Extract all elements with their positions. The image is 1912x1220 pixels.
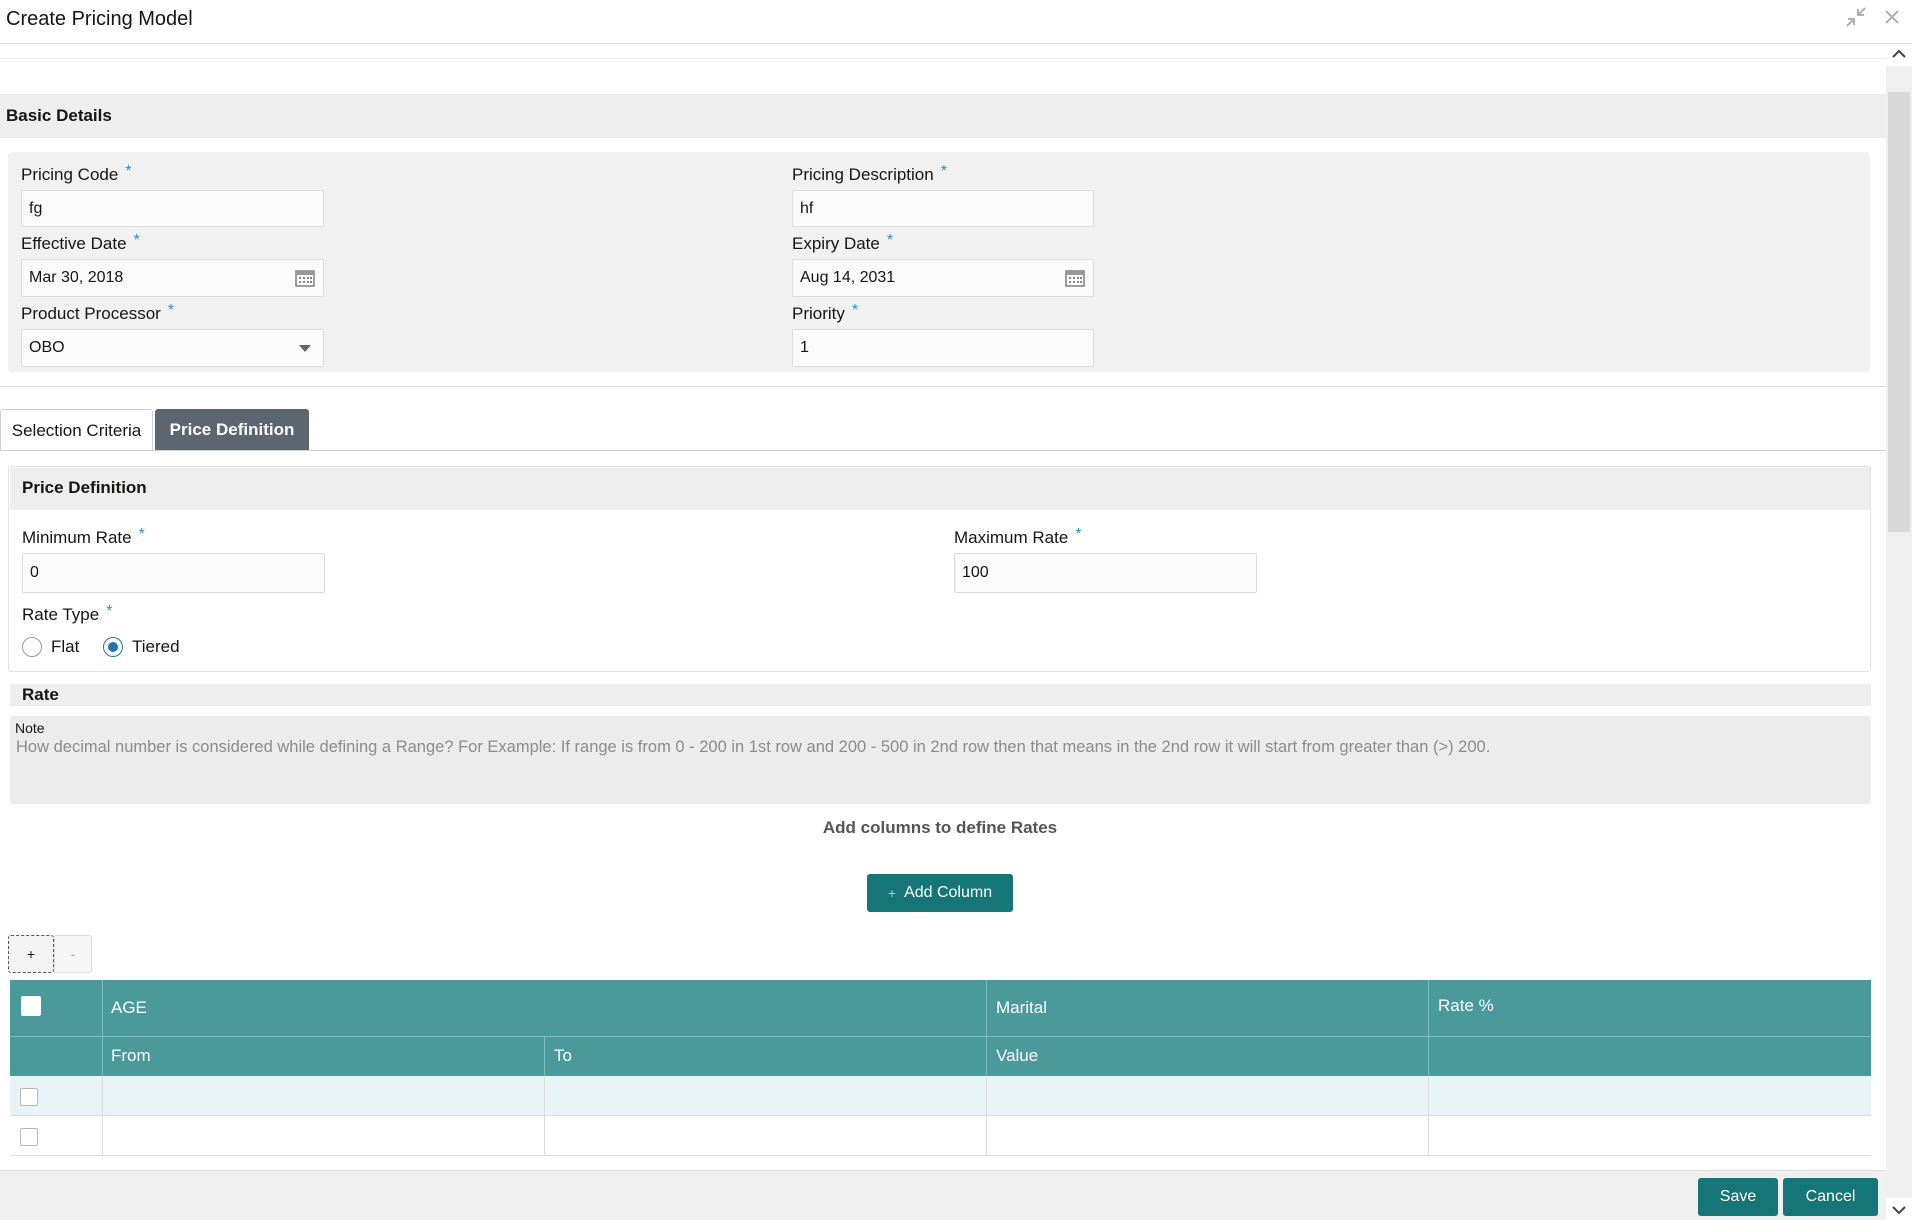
plus-icon: +	[887, 885, 897, 901]
pricing-description-input[interactable]: hf	[792, 190, 1094, 227]
save-button[interactable]: Save	[1698, 1178, 1778, 1216]
table-row[interactable]	[10, 1076, 1871, 1116]
column-header-marital[interactable]: Marital	[996, 998, 1047, 1018]
scroll-thumb[interactable]	[1888, 92, 1910, 532]
effective-date-label: Effective Date *	[21, 232, 140, 253]
effective-date-input[interactable]: Mar 30, 2018	[21, 259, 324, 297]
calendar-icon[interactable]	[295, 269, 315, 287]
price-definition-header: Price Definition	[10, 468, 1870, 510]
column-header-rate[interactable]: Rate %	[1438, 996, 1494, 1016]
column-header-to[interactable]: To	[554, 1046, 572, 1066]
dialog-title: Create Pricing Model	[6, 8, 193, 30]
note-box: Note How decimal number is considered wh…	[10, 716, 1871, 804]
price-definition-title: Price Definition	[22, 478, 147, 497]
basic-details-title: Basic Details	[6, 106, 112, 125]
add-columns-title: Add columns to define Rates	[822, 818, 1058, 837]
add-row-button[interactable]: +	[8, 935, 54, 973]
pricing-description-label: Pricing Description *	[792, 163, 947, 184]
dialog-title-bar	[0, 0, 1912, 44]
product-processor-label: Product Processor *	[21, 302, 175, 323]
tab-selection-criteria[interactable]: Selection Criteria	[0, 409, 153, 451]
minimize-icon[interactable]	[1845, 6, 1867, 32]
pricing-code-input[interactable]: fg	[21, 190, 324, 227]
minimum-rate-input[interactable]: 0	[22, 553, 325, 593]
note-text: How decimal number is considered while d…	[16, 738, 1491, 756]
product-processor-select[interactable]: OBO	[21, 329, 324, 367]
tab-price-definition[interactable]: Price Definition	[155, 409, 309, 451]
row-checkbox[interactable]	[20, 1088, 38, 1106]
rate-type-tiered-radio[interactable]	[103, 637, 123, 657]
maximum-rate-input[interactable]: 100	[954, 553, 1257, 593]
note-title: Note	[15, 720, 45, 736]
section-divider	[0, 386, 1886, 387]
scroll-up-icon[interactable]	[1889, 46, 1909, 62]
rate-header: Rate	[10, 684, 1871, 706]
column-header-age[interactable]: AGE	[111, 998, 147, 1018]
rate-type-tiered-label[interactable]: Tiered	[132, 637, 180, 657]
column-header-value[interactable]: Value	[996, 1046, 1038, 1066]
close-icon[interactable]	[1883, 8, 1901, 30]
priority-input[interactable]: 1	[792, 329, 1094, 367]
priority-label: Priority *	[792, 302, 859, 323]
basic-details-header: Basic Details	[0, 94, 1886, 138]
table-row[interactable]	[10, 1116, 1871, 1156]
expiry-date-input[interactable]: Aug 14, 2031	[792, 259, 1094, 297]
pricing-code-label: Pricing Code *	[21, 163, 132, 184]
row-checkbox[interactable]	[20, 1128, 38, 1146]
chevron-down-icon[interactable]	[299, 344, 311, 352]
rate-type-flat-label[interactable]: Flat	[51, 637, 79, 657]
dialog-footer	[0, 1170, 1886, 1220]
minimum-rate-label: Minimum Rate *	[22, 526, 145, 547]
scroll-down-icon[interactable]	[1889, 1202, 1909, 1218]
expiry-date-label: Expiry Date *	[792, 232, 894, 253]
column-header-from[interactable]: From	[111, 1046, 151, 1066]
add-column-button[interactable]: + Add Column	[867, 874, 1013, 912]
table-sub-header-row: From To Value	[10, 1036, 1871, 1077]
rate-title: Rate	[22, 685, 59, 704]
remove-row-button[interactable]: -	[54, 935, 92, 973]
add-column-label: Add Column	[904, 884, 993, 901]
vertical-scrollbar[interactable]	[1886, 44, 1912, 1220]
select-all-checkbox[interactable]	[21, 996, 41, 1016]
table-group-header-row: AGE Marital Rate %	[10, 980, 1871, 1036]
rate-type-flat-radio[interactable]	[22, 637, 42, 657]
tab-underline	[0, 450, 1886, 451]
cancel-button[interactable]: Cancel	[1783, 1178, 1878, 1216]
top-spacer	[0, 58, 1886, 94]
rate-type-label: Rate Type *	[22, 603, 113, 624]
calendar-icon[interactable]	[1065, 269, 1085, 287]
maximum-rate-label: Maximum Rate *	[954, 526, 1082, 547]
